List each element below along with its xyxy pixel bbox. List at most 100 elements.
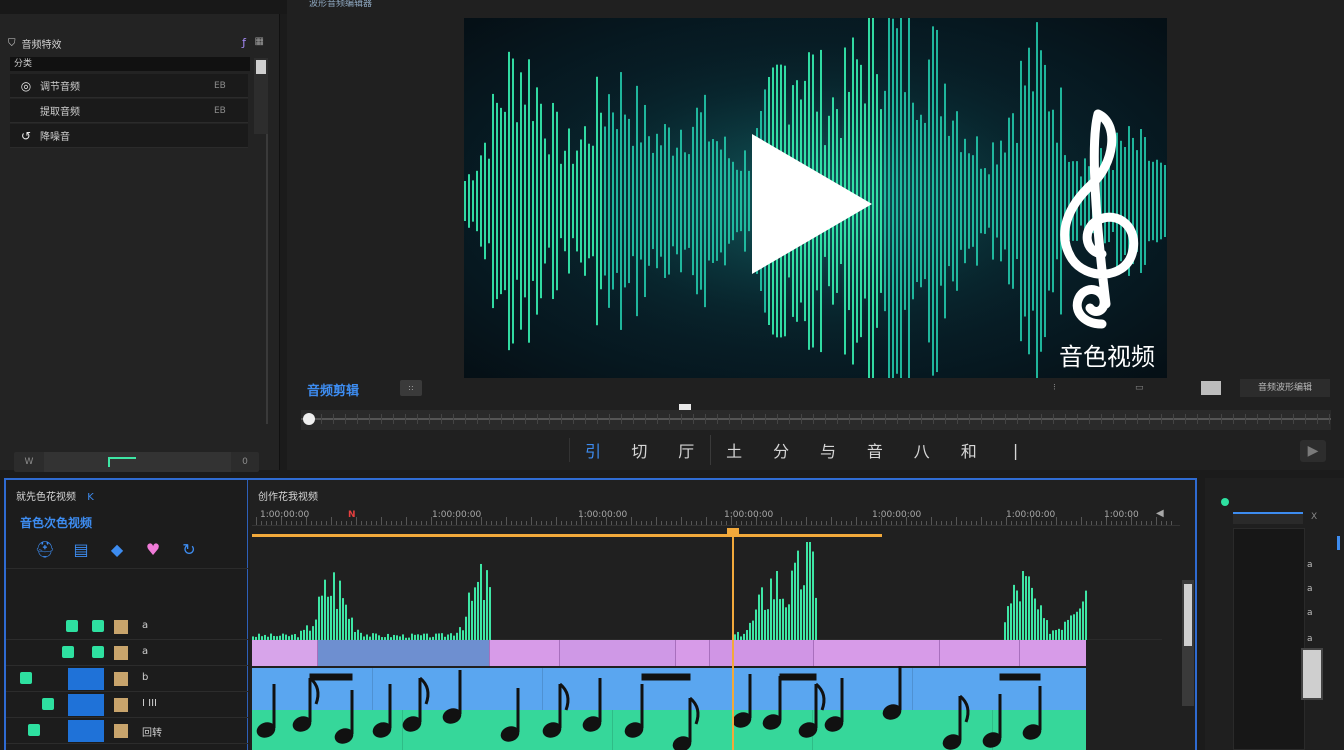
work-area-bar[interactable] [252,534,882,537]
tool-eight[interactable]: 八 [898,438,945,462]
track-header-4[interactable]: I III [6,692,248,718]
tool-earth[interactable]: 土 [711,438,758,462]
ruler-corner-icon[interactable]: ◀ [1156,508,1164,519]
ruler-tick [441,521,442,525]
grid-icon[interactable]: ▦ [255,36,264,47]
footer-left-label[interactable]: W [14,457,44,467]
tool-split[interactable]: 分 [758,438,805,462]
playhead-handle[interactable] [727,528,739,536]
volume-fader[interactable] [1301,648,1323,700]
ruler-marker[interactable]: N [348,510,356,520]
track-mute-toggle[interactable] [42,698,54,710]
scrubber-knob[interactable] [303,413,315,425]
marker-icon[interactable]: ▭ [1135,383,1144,393]
ruler-tick [286,521,287,525]
track-mute-toggle[interactable] [20,672,32,684]
heart-icon[interactable]: ♥ [142,540,164,559]
ruler-tick [691,521,692,525]
ruler-tick [986,521,987,525]
effect-item-adjust[interactable]: ◎ 调节音频 EB [10,74,248,98]
ruler-tick [701,521,702,525]
marker-icon[interactable]: ⁝ [1053,383,1056,393]
waveform-edit-button[interactable]: 音频波形编辑 [1240,379,1330,397]
tool-more[interactable]: | [992,441,1039,460]
waveform-bar [1058,628,1060,640]
preview-scrubber[interactable] [301,404,1331,430]
level-slider[interactable] [44,452,231,472]
track-solo-toggle[interactable] [92,620,104,632]
track-header-1[interactable]: a [6,614,248,640]
time-ruler[interactable]: 1:00:00:00 N 1:00:00:00 1:00:00:00 1:00:… [252,508,1180,526]
tool-select[interactable]: 引 [569,438,616,462]
track-header-5[interactable]: 回转 [6,718,248,744]
tool-and[interactable]: 和 [945,438,992,462]
waveform-bar [640,142,642,260]
preview-thumb-icon[interactable] [1201,381,1221,395]
playhead[interactable] [727,528,739,750]
ruler-tick [661,521,662,525]
track-header-badge[interactable]: K [87,492,94,503]
play-button[interactable]: ▶ [1300,440,1326,462]
meter-header[interactable] [1233,512,1303,524]
meter-close-icon[interactable]: X [1311,512,1317,522]
waveform-bar [779,599,781,640]
waveform-bar [1120,140,1122,262]
audio-waveform[interactable] [252,540,1162,640]
ruler-tick [341,521,342,525]
spiral-icon[interactable]: ↻ [178,540,200,559]
waveform-bar [728,158,730,244]
ruler-tick [861,521,862,525]
track-mute-toggle[interactable] [62,646,74,658]
waveform-bar [748,170,750,232]
hat-icon[interactable]: ⛑ [34,540,56,559]
ruler-tick [481,517,482,525]
tool-hall[interactable]: 厅 [663,438,710,462]
tool-sound[interactable]: 音 [851,438,898,462]
ruler-tick [466,521,467,525]
scrubber-tick [645,414,646,424]
track-header-2[interactable]: a [6,640,248,666]
waveform-bar [1032,91,1034,311]
scroll-thumb[interactable] [256,60,266,74]
waveform-bar [800,589,802,640]
scrubber-tick [825,414,826,424]
timeline-scrollbar[interactable] [1182,580,1194,706]
video-preview[interactable]: 音色视频 [464,18,1167,378]
scroll-thumb[interactable] [1184,584,1192,646]
ruler-tick [911,521,912,525]
clip-chip[interactable]: :: [400,380,422,396]
fish-icon[interactable]: ◆ [106,540,128,559]
ruler-tick [1061,521,1062,525]
track-mute-toggle[interactable] [66,620,78,632]
effect-item-extract[interactable]: 提取音频 EB [10,99,248,123]
filter-icon[interactable]: ƒ [242,36,246,49]
track-color-swatch[interactable] [114,646,128,660]
track-header-3[interactable]: b [6,666,248,692]
waveform-bar [342,598,344,640]
panel-divider [266,134,268,424]
track-color-swatch[interactable] [114,672,128,686]
tool-with[interactable]: 与 [805,438,852,462]
track-color-swatch[interactable] [114,620,128,634]
track-mute-toggle[interactable] [28,724,40,736]
track-lock-toggle[interactable] [68,694,104,716]
timeline-area[interactable]: 创作花我视频 1:00:00:00 N 1:00:00:00 1:00:00:0… [250,480,1195,750]
ruler-tick [401,521,402,525]
track-lock-toggle[interactable] [68,668,104,690]
ruler-tick [381,517,382,525]
waveform-bar [1010,603,1012,640]
track-color-swatch[interactable] [114,724,128,738]
track-solo-toggle[interactable] [92,646,104,658]
waveform-bar [520,72,522,330]
track-lock-toggle[interactable] [68,720,104,742]
waveform-bar [315,619,317,640]
footer-right-label[interactable]: 0 [231,457,259,467]
effects-scrollbar[interactable] [254,58,268,134]
scrubber-tick [357,414,358,424]
track-color-swatch[interactable] [114,698,128,712]
effect-item-denoise[interactable]: ↺ 降噪音 [10,124,248,148]
tool-cut[interactable]: 切 [616,438,663,462]
card-icon[interactable]: ▤ [70,540,92,559]
waveform-bar [592,145,594,257]
waveform-bar [472,180,474,222]
